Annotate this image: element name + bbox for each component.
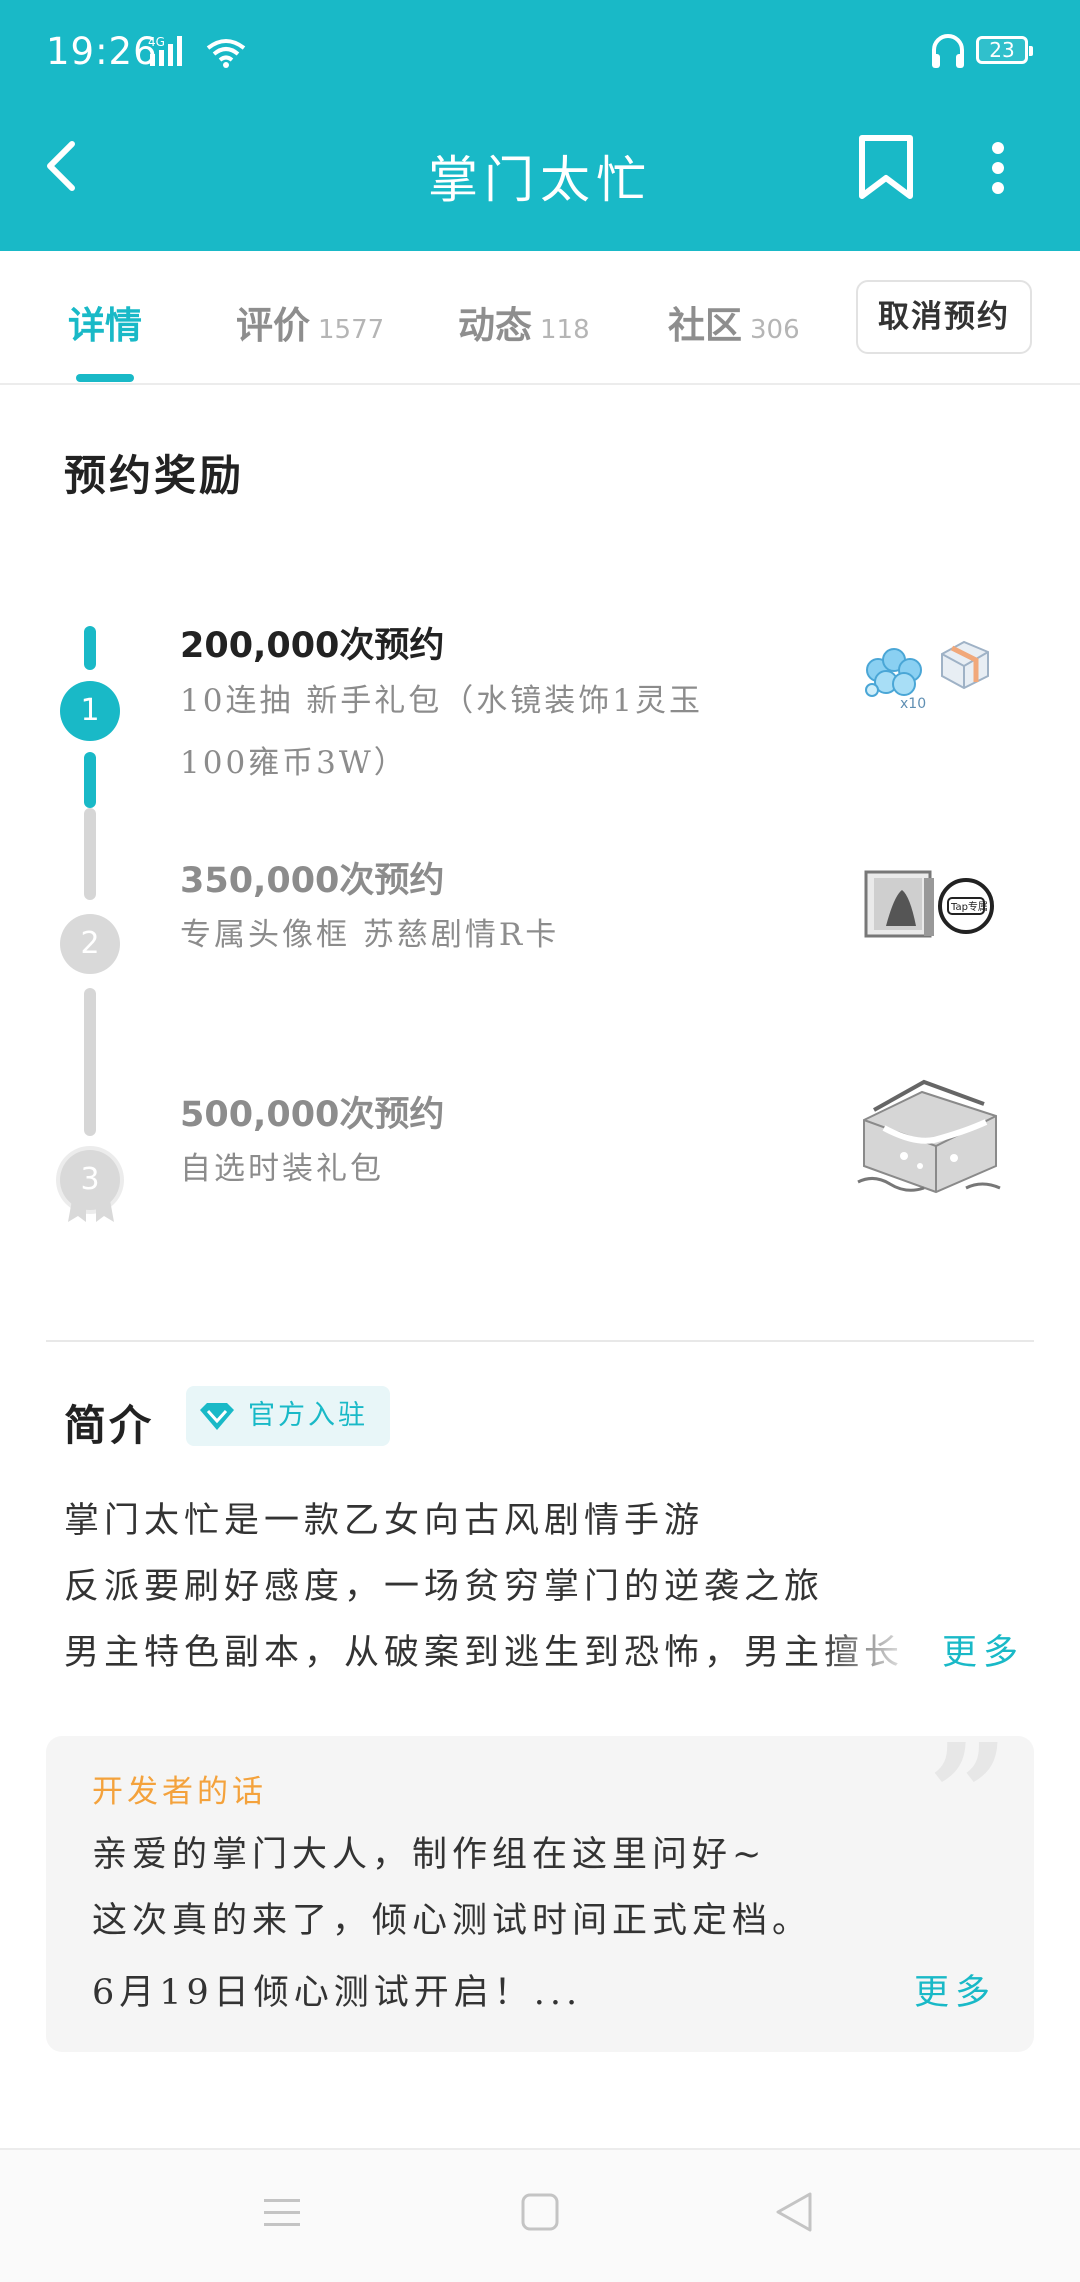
- reward-2-items-image: Tap专属: [860, 866, 1000, 950]
- intro-line: 男主特色副本，从破案到逃生到恐怖，男主擅长: [64, 1633, 905, 1673]
- reward-3-desc: 自选时装礼包: [180, 1151, 384, 1187]
- intro-line: 反派要刷好感度，一场贫穷掌门的逆袭之旅: [64, 1567, 825, 1607]
- developer-note-line: 6月19日倾心测试开启！...: [92, 1973, 583, 2013]
- timeline-segment: [84, 626, 96, 670]
- step-1-badge: 1: [60, 681, 120, 741]
- tab-label: 社区: [668, 304, 742, 347]
- timeline-segment: [84, 808, 96, 900]
- avatar-frame-icon: Tap专属: [938, 878, 994, 934]
- intro-line: 掌门太忙是一款乙女向古风剧情手游: [64, 1501, 705, 1541]
- svg-text:x10: x10: [900, 696, 926, 712]
- wifi-icon: [204, 36, 248, 72]
- svg-text:Tap专属: Tap专属: [950, 900, 988, 913]
- intro-title: 简介: [64, 1401, 155, 1450]
- svg-text:4G: 4G: [148, 35, 165, 49]
- medal-ribbon-icon: [68, 1200, 114, 1222]
- triangle-back-icon: [776, 2192, 812, 2232]
- bookmark-button[interactable]: [856, 134, 916, 200]
- developer-note-more-link[interactable]: 更多: [914, 1964, 996, 2015]
- reward-1-items-image: x10: [860, 632, 1000, 716]
- tab-label: 详情: [68, 304, 142, 347]
- tab-activity[interactable]: 动态 118: [458, 295, 590, 349]
- outfit-gift-box-image: [854, 1070, 1004, 1208]
- timeline-segment: [84, 752, 96, 808]
- step-2-badge: 2: [60, 914, 120, 974]
- app-header: 19:26 4G 23 掌门太忙: [0, 0, 1080, 251]
- cellular-signal-icon: 4G: [148, 34, 198, 72]
- bookmark-icon: [859, 135, 913, 199]
- nav-home-button[interactable]: [520, 2192, 560, 2236]
- official-badge: 官方入驻: [186, 1386, 390, 1446]
- tab-count: 306: [750, 315, 800, 345]
- quote-icon: ”: [928, 1714, 1009, 1878]
- status-time: 19:26: [46, 30, 158, 73]
- tab-count: 1577: [318, 315, 385, 345]
- rewards-title: 预约奖励: [64, 451, 245, 500]
- developer-note-line: 这次真的来了，倾心测试时间正式定档。: [92, 1901, 813, 1941]
- reward-1-desc: 10连抽 新手礼包（水镜装饰1灵玉100雍币3W）: [180, 683, 704, 781]
- menu-icon: [264, 2199, 300, 2226]
- reward-2-desc: 专属头像框 苏慈剧情R卡: [180, 917, 560, 953]
- developer-note-title: 开发者的话: [92, 1774, 267, 1810]
- headset-icon: [928, 32, 968, 76]
- tab-label: 评价: [236, 304, 310, 347]
- tab-count: 118: [540, 315, 590, 345]
- cancel-reservation-button[interactable]: 取消预约: [856, 280, 1032, 354]
- diamond-icon: [200, 1403, 234, 1430]
- developer-note-line: 亲爱的掌门大人，制作组在这里问好~: [92, 1835, 767, 1875]
- page-title: 掌门太忙: [428, 151, 652, 209]
- reward-2-title: 350,000次预约: [180, 861, 445, 901]
- story-card-icon: [864, 870, 934, 938]
- nav-menu-button[interactable]: [262, 2196, 302, 2234]
- reward-1-title: 200,000次预约: [180, 626, 445, 666]
- reward-3-title: 500,000次预约: [180, 1095, 445, 1135]
- tab-label: 动态: [458, 304, 532, 347]
- tab-community[interactable]: 社区 306: [668, 295, 800, 349]
- text-fade: [820, 1618, 940, 1678]
- timeline-segment: [84, 988, 96, 1136]
- tab-details[interactable]: 详情: [68, 295, 142, 349]
- more-options-button[interactable]: [980, 140, 1016, 200]
- square-icon: [521, 2193, 559, 2231]
- more-vertical-icon: [992, 142, 1004, 194]
- tab-reviews[interactable]: 评价 1577: [236, 295, 384, 349]
- nav-back-button[interactable]: [772, 2190, 816, 2238]
- gift-box-icon: [941, 640, 989, 690]
- jade-gems-icon: x10: [865, 648, 926, 712]
- official-badge-label: 官方入驻: [248, 1400, 368, 1431]
- battery-icon: 23: [976, 36, 1033, 64]
- section-divider: [46, 1340, 1034, 1342]
- intro-more-link[interactable]: 更多: [942, 1624, 1025, 1675]
- active-tab-indicator: [76, 374, 134, 382]
